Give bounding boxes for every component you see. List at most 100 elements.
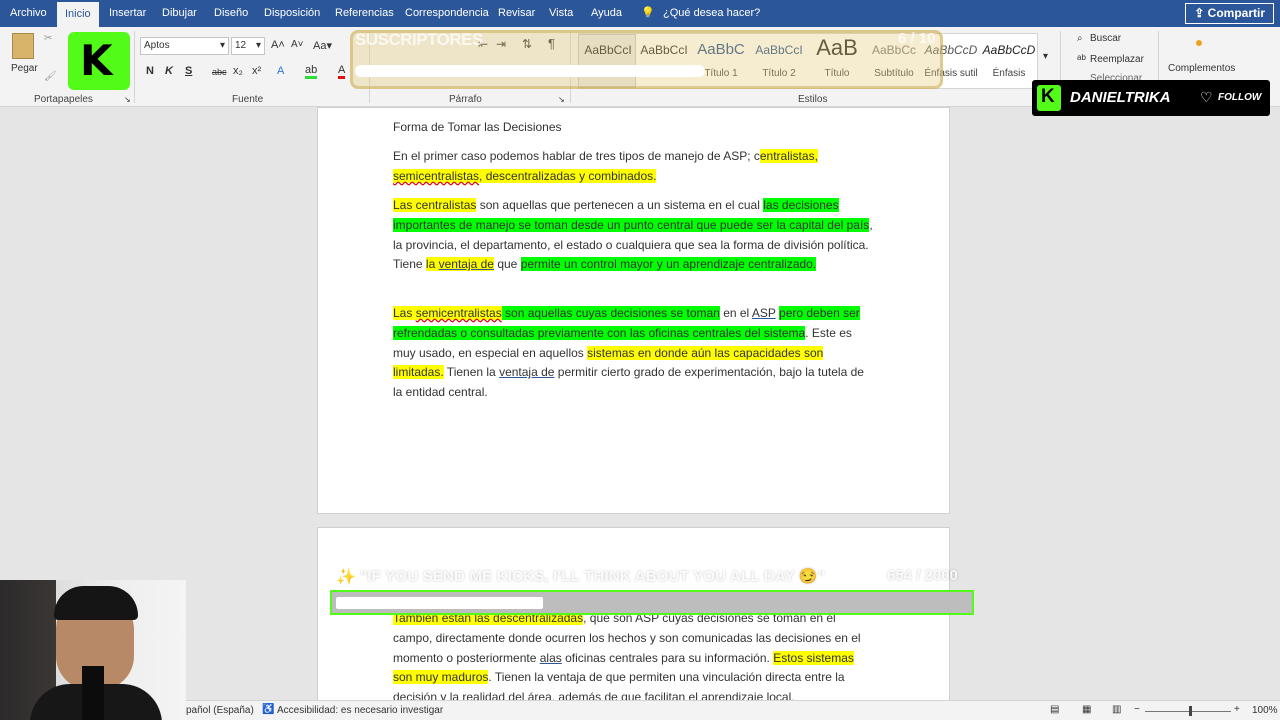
text-run: ventaja de [438,257,494,272]
tab-diseno[interactable]: Diseño [214,0,248,27]
status-bar: pañol (España) ♿ Accesibilidad: es neces… [0,700,1280,720]
document-heading: Forma de Tomar las Decisiones [393,120,562,134]
font-color-icon[interactable]: A [338,65,346,79]
text-run: que [493,257,521,272]
change-case-icon[interactable]: Aa▾ [313,39,332,52]
text-run: en el [719,306,752,320]
text-run: permite un control mayor y un aprendizaj… [520,257,817,272]
addins-button[interactable]: Complementos [1168,63,1235,74]
tab-vista[interactable]: Vista [549,0,573,27]
tab-referencias[interactable]: Referencias [335,0,394,27]
paragraph-group-label: Párrafo [449,94,482,105]
tab-inicio[interactable]: Inicio [57,2,99,27]
divider [134,31,135,103]
kicks-goal-count: 654 / 2000 [887,567,958,584]
kicks-goal-text: "IF YOU SEND ME KICKS, I'LL THINK ABOUT … [360,568,826,585]
paragraph: Las semicentralistas son aquellas cuyas … [393,304,875,403]
streamer-name: DANIELTRIKA [1070,89,1171,106]
grow-font-icon[interactable]: A˄ [271,39,285,51]
zoom-slider-thumb[interactable] [1189,706,1192,716]
font-name-value: Aptos [144,40,170,51]
share-button[interactable]: ⇪ Compartir [1185,3,1274,24]
text-run: son aquellas que pertenecen a un sistema… [476,198,764,212]
kicks-goal-progress-fill [336,597,543,609]
find-button[interactable]: Buscar [1090,33,1121,44]
highlight-icon[interactable]: ab [305,65,318,79]
addins-icon [1196,40,1202,46]
tab-disposicion[interactable]: Disposición [264,0,320,27]
subscriber-progress-bar [355,65,705,77]
text-run: , descentralizadas y combinados. [479,168,657,183]
tell-me-search[interactable]: ¿Qué desea hacer? [663,0,760,27]
zoom-in-icon[interactable]: + [1234,704,1240,715]
font-size-combo[interactable]: 12 ▾ [231,37,265,55]
zoom-out-icon[interactable]: − [1134,704,1140,715]
replace-icon: ab [1077,53,1086,62]
follow-button[interactable]: FOLLOW [1218,92,1261,103]
subscript-button[interactable]: x₂ [233,65,243,77]
lightbulb-icon: 💡 [641,7,655,19]
microphone [82,666,104,720]
tab-correspondencia[interactable]: Correspondencia [405,0,489,27]
dialog-launcher-icon[interactable]: ↘ [558,95,565,104]
subscriber-goal-count: 6 / 10 [898,30,936,47]
font-group-label: Fuente [232,94,264,105]
style-sample: AaBbCcD [982,43,1036,57]
streamer-badge: K DANIELTRIKA ♡ FOLLOW [1032,80,1270,116]
language-status[interactable]: pañol (España) [186,705,254,716]
paragraph: Las centralistas son aquellas que perten… [393,196,875,275]
text-run: En el primer caso podemos hablar de tres… [393,149,760,163]
text-effects-icon[interactable]: A [277,65,284,77]
text-run: la [425,257,439,272]
tab-dibujar[interactable]: Dibujar [162,0,197,27]
subscriber-goal-label: SUSCRIPTORES [355,30,483,49]
tab-archivo[interactable]: Archivo [10,0,47,27]
sparkle-icon: ✨ [336,569,356,586]
text-run: son aquellas cuyas decisiones se toman [501,306,720,320]
zoom-slider[interactable] [1145,711,1231,712]
share-label: Compartir [1207,6,1265,20]
replace-button[interactable]: Reemplazar [1090,54,1144,65]
text-run: ventaja de [499,365,555,380]
paste-icon[interactable] [12,33,34,59]
superscript-button[interactable]: x² [252,65,261,77]
text-run: semicentralistas [393,168,480,183]
tab-revisar[interactable]: Revisar [498,0,535,27]
paragraph: También están las descentralizadas, que … [393,609,875,708]
styles-group-label: Estilos [798,94,828,105]
ribbon-tab-bar: Archivo Inicio Insertar Dibujar Diseño D… [0,0,1280,27]
zoom-level[interactable]: 100% [1252,705,1278,716]
heart-icon: ♡ [1200,89,1213,105]
italic-button[interactable]: K [165,65,173,77]
tab-ayuda[interactable]: Ayuda [591,0,622,27]
accessibility-status[interactable]: Accesibilidad: es necesario investigar [277,705,443,716]
text-run: Las centralistas [393,198,477,212]
bold-button[interactable]: N [146,65,154,77]
underline-button[interactable]: S [185,65,192,77]
accessibility-icon: ♿ [262,704,275,715]
clipboard-group-label: Portapapeles [34,94,93,105]
read-mode-icon[interactable]: ▤ [1050,704,1059,715]
text-run: alas [539,650,562,665]
print-layout-icon[interactable]: ▦ [1082,704,1091,715]
kicks-goal-progress-bar [330,590,974,615]
tab-insertar[interactable]: Insertar [109,0,146,27]
chevron-down-icon: ▾ [255,40,261,51]
subscriber-goal-overlay: SUSCRIPTORES 6 / 10 [350,30,943,89]
text-run: ASP [751,306,776,320]
text-run: Tienen la [443,365,500,380]
text-run: semicentralistas [415,306,502,320]
webcam-feed [0,580,186,720]
style-emphasis[interactable]: AaBbCcD Énfasis [980,35,1038,93]
shrink-font-icon[interactable]: A˅ [291,39,304,50]
font-name-combo[interactable]: Aptos ▾ [140,37,229,55]
format-painter-icon[interactable]: 🖌 [44,71,57,82]
dialog-launcher-icon[interactable]: ↘ [124,95,131,104]
kick-logo-icon: K [68,32,130,90]
paste-button[interactable]: Pegar [11,63,38,74]
web-layout-icon[interactable]: ▥ [1112,704,1121,715]
gallery-more-icon[interactable]: ▾ [1043,51,1048,62]
kick-logo-icon: K [1037,85,1061,111]
strikethrough-button[interactable]: abc [212,67,227,77]
cut-icon[interactable]: ✂ [44,33,52,44]
